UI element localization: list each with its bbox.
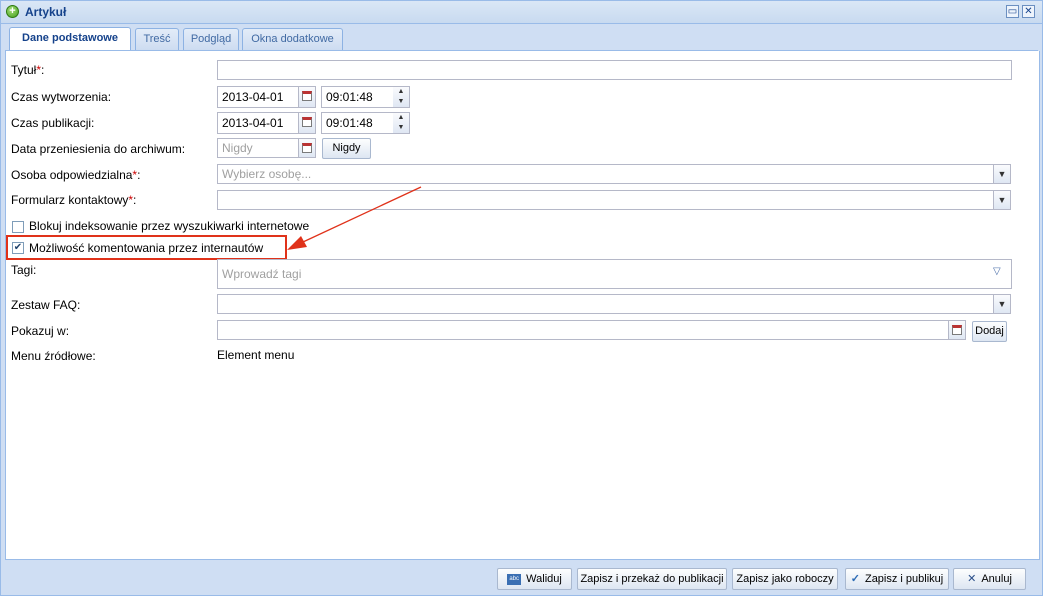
show-in-input[interactable] (217, 320, 949, 340)
add-button[interactable]: Dodaj (972, 321, 1007, 342)
save-and-forward-button[interactable]: Zapisz i przekaż do publikacji (577, 568, 727, 590)
save-and-publish-button[interactable]: ✓ Zapisz i publikuj (845, 568, 949, 590)
tags-label: Tagi: (11, 263, 37, 277)
tags-input[interactable]: Wprowadź tagi (217, 259, 1012, 289)
save-draft-button[interactable]: Zapisz jako roboczy (732, 568, 838, 590)
checkmark-icon: ✓ (850, 573, 860, 585)
tags-dropdown-icon[interactable]: ▽ (993, 266, 1001, 277)
show-in-picker[interactable] (949, 320, 966, 340)
source-menu-value: Element menu (217, 348, 295, 362)
cancel-button[interactable]: ✕ Anuluj (953, 568, 1026, 590)
validate-button[interactable]: abc Waliduj (497, 568, 572, 590)
chevron-down-icon[interactable]: ▼ (994, 294, 1011, 314)
spellcheck-icon: abc (507, 573, 522, 585)
close-icon: ✕ (967, 573, 977, 585)
calendar-icon (952, 325, 962, 335)
show-in-label: Pokazuj w: (11, 324, 70, 338)
source-menu-label: Menu źródłowe: (11, 349, 96, 363)
faq-set-label: Zestaw FAQ: (11, 298, 81, 312)
footer-toolbar: abc Waliduj Zapisz i przekaż do publikacj… (5, 563, 1038, 593)
faq-set-combo[interactable] (217, 294, 994, 314)
article-window: + Artykuł ▭ ✕ Dane podstawowe Treść Podg… (0, 0, 1043, 596)
